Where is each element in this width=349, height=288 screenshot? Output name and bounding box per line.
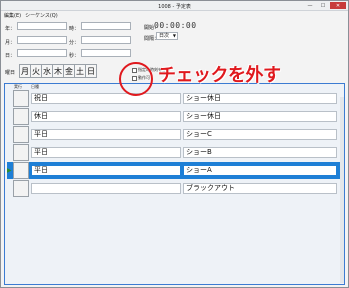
menu-sequence[interactable]: シーケンス(Q) <box>25 12 58 19</box>
table-row[interactable]: ブラックアウト <box>7 180 341 197</box>
show-cell[interactable]: ショーA <box>183 165 337 176</box>
maximize-button[interactable]: ☐ <box>317 2 329 9</box>
show-cell[interactable]: ショーB <box>183 147 337 158</box>
table-row[interactable]: 平日 ショーC <box>7 126 341 143</box>
vertical-scrollbar[interactable] <box>340 97 344 283</box>
second-field[interactable] <box>81 49 131 57</box>
weekday-toggles: 月 火 水 木 金 土 日 <box>19 64 97 78</box>
minute-field[interactable] <box>81 36 131 44</box>
show-cell[interactable]: ショー休日 <box>183 93 337 104</box>
day-field[interactable] <box>17 49 67 57</box>
close-button[interactable]: ✕ <box>330 2 346 9</box>
year-field[interactable] <box>17 22 67 30</box>
app-window: 1008 - 予定表 — ☐ ✕ 編集(E) シーケンス(Q) 年： 月： 日：… <box>0 0 349 288</box>
day-label: 日： <box>5 53 16 59</box>
weekday-label: 曜日 <box>5 70 16 76</box>
period-value: 日次 <box>159 33 170 39</box>
year-label: 年： <box>5 26 16 32</box>
daytype-cell[interactable] <box>31 183 181 194</box>
menu-edit[interactable]: 編集(E) <box>4 12 21 19</box>
hour-label: 時： <box>69 26 80 32</box>
daytype-cell[interactable]: 平日 <box>31 129 181 140</box>
daytype-cell[interactable]: 休日 <box>31 111 181 122</box>
min-label: 分： <box>69 40 80 46</box>
annotation-text: チェックを外す <box>158 65 281 86</box>
table-row[interactable]: 祝日 ショー休日 <box>7 90 341 107</box>
month-field[interactable] <box>17 36 67 44</box>
table-row-selected[interactable]: ▶ 平日 ショーA <box>7 162 341 179</box>
row-header[interactable] <box>13 126 29 143</box>
menu-bar: 編集(E) シーケンス(Q) <box>4 12 58 19</box>
row-header[interactable] <box>13 180 29 197</box>
minimize-button[interactable]: — <box>304 2 316 9</box>
day-sun[interactable]: 日 <box>85 64 97 78</box>
chevron-down-icon: ▼ <box>172 33 176 38</box>
start-time-value[interactable]: 00:00:00 <box>154 21 197 30</box>
sec-label: 秒： <box>69 53 80 59</box>
show-cell[interactable]: ショーC <box>183 129 337 140</box>
annotation-circle <box>119 62 153 96</box>
window-controls: — ☐ ✕ <box>304 2 346 9</box>
show-cell[interactable]: ブラックアウト <box>183 183 337 194</box>
show-cell[interactable]: ショー休日 <box>183 111 337 122</box>
daytype-cell[interactable]: 祝日 <box>31 93 181 104</box>
daytype-cell[interactable]: 平日 <box>31 147 181 158</box>
month-label: 月： <box>5 40 16 46</box>
row-header[interactable] <box>13 144 29 161</box>
row-header[interactable] <box>13 90 29 107</box>
row-header[interactable] <box>13 108 29 125</box>
period-select[interactable]: 日次 ▼ <box>156 32 178 40</box>
table-row[interactable]: 平日 ショーB <box>7 144 341 161</box>
row-header[interactable] <box>13 162 29 179</box>
table-row[interactable]: 休日 ショー休日 <box>7 108 341 125</box>
current-row-icon: ▶ <box>7 167 12 174</box>
title-bar: 1008 - 予定表 — ☐ ✕ <box>1 1 348 11</box>
daytype-cell[interactable]: 平日 <box>31 165 181 176</box>
hour-field[interactable] <box>81 22 131 30</box>
window-title: 1008 - 予定表 <box>158 4 191 10</box>
